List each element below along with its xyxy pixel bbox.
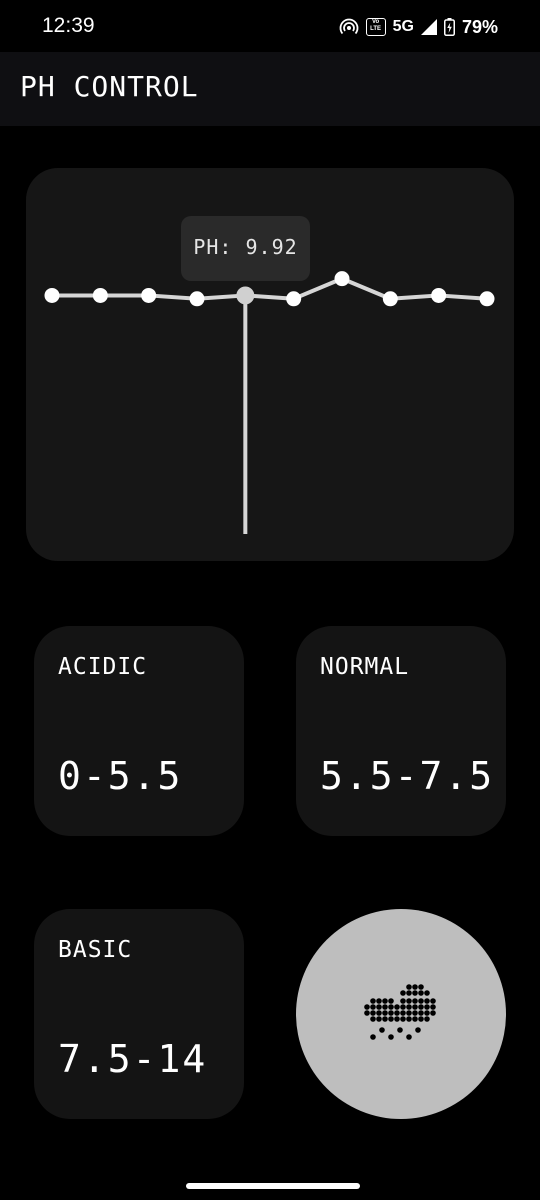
normal-card[interactable]: NORMAL 5.5-7.5 xyxy=(296,626,506,836)
data-point[interactable] xyxy=(334,271,350,287)
home-indicator[interactable] xyxy=(186,1183,360,1189)
chart-tooltip: PH: 9.92 xyxy=(181,216,310,281)
status-time: 12:39 xyxy=(42,14,95,37)
basic-range: 7.5-14 xyxy=(58,1037,208,1081)
status-bar: 12:39 Vo LTE 5G 79% xyxy=(0,0,540,52)
data-point[interactable] xyxy=(141,287,157,303)
basic-label: BASIC xyxy=(58,937,133,963)
ph-chart-card[interactable]: PH: 9.92 xyxy=(26,168,514,561)
data-point[interactable] xyxy=(431,287,447,303)
data-point[interactable] xyxy=(479,291,495,307)
acidic-label: ACIDIC xyxy=(58,654,148,680)
hotspot-icon xyxy=(339,18,358,35)
data-point[interactable] xyxy=(236,286,255,305)
data-point[interactable] xyxy=(189,291,205,307)
basic-card[interactable]: BASIC 7.5-14 xyxy=(34,909,244,1119)
acidic-range: 0-5.5 xyxy=(58,754,183,798)
tooltip-text: PH: 9.92 xyxy=(193,235,298,259)
battery-percent: 79% xyxy=(461,16,498,37)
status-icons: Vo LTE 5G 79% xyxy=(339,14,498,40)
data-point[interactable] xyxy=(92,287,108,303)
battery-icon xyxy=(443,18,455,36)
signal-icon xyxy=(420,19,437,35)
normal-range: 5.5-7.5 xyxy=(320,754,495,798)
rain-cloud-icon xyxy=(364,984,436,1040)
acidic-card[interactable]: ACIDIC 0-5.5 xyxy=(34,626,244,836)
weather-button[interactable] xyxy=(296,909,506,1119)
data-point[interactable] xyxy=(286,291,302,307)
app-bar: PH CONTROL xyxy=(0,52,540,126)
data-point[interactable] xyxy=(382,291,398,307)
series-line xyxy=(52,276,488,301)
network-type: 5G xyxy=(392,18,414,35)
normal-label: NORMAL xyxy=(320,654,410,680)
page-title: PH CONTROL xyxy=(20,70,199,103)
volte-icon: Vo LTE xyxy=(365,18,386,36)
data-point[interactable] xyxy=(44,287,60,303)
